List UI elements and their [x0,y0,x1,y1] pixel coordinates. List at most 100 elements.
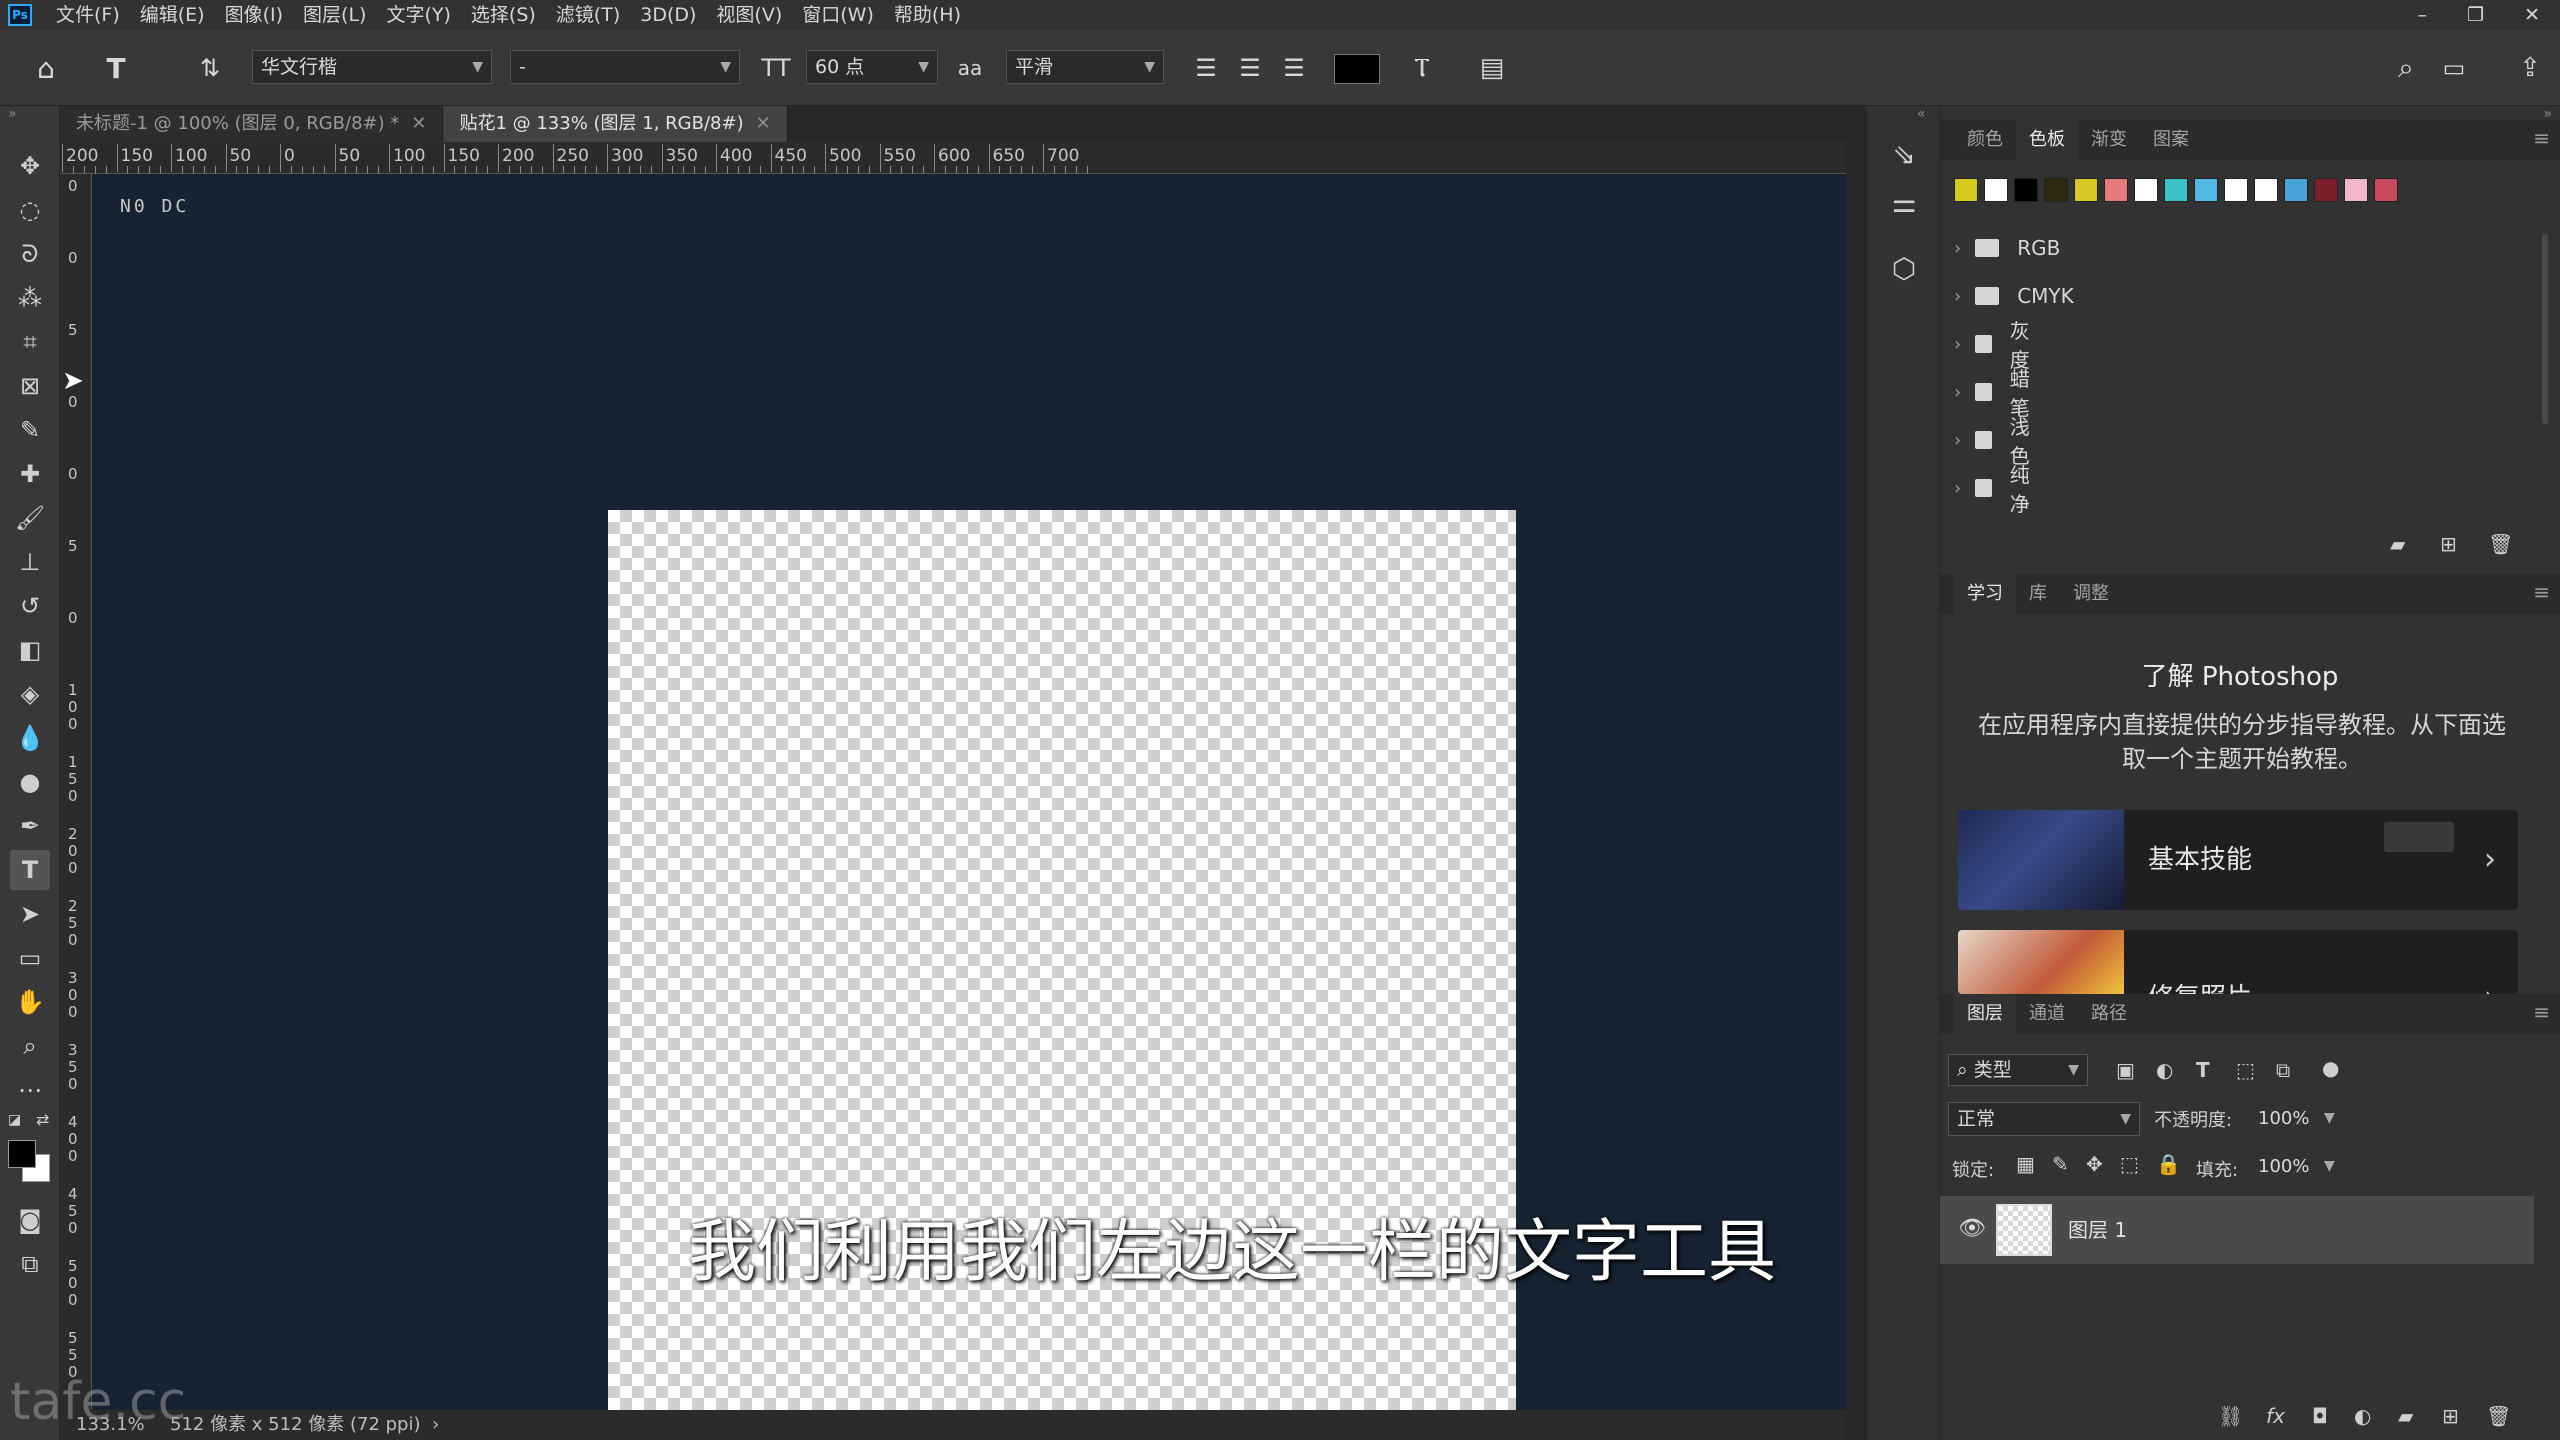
menu-item[interactable]: 滤镜(T) [546,0,630,30]
adjustment-filter-icon[interactable]: ◐ [2156,1058,2173,1082]
new-swatch-group-icon[interactable]: ▰ [2390,532,2405,556]
document-tab[interactable]: 贴花1 @ 133% (图层 1, RGB/8#) ✕ [443,106,788,142]
history-brush-icon[interactable]: ↺ [10,586,50,626]
blend-mode-select[interactable]: 正常 ▼ [1948,1102,2140,1136]
color-swatch[interactable] [2074,178,2098,202]
swatch-group-row[interactable]: › 纯净 [1954,463,2037,516]
panel-tab[interactable]: 图层 [1954,994,2016,1034]
menu-item[interactable]: 文件(F) [46,0,130,30]
photoshop-logo[interactable]: Ps [8,4,32,26]
character-panel-icon[interactable]: ▤ [1468,44,1516,92]
minimize-button[interactable]: – [2398,0,2448,30]
text-color-swatch[interactable] [1334,54,1380,84]
panel-tab[interactable]: 渐变 [2078,120,2140,160]
magic-wand-icon[interactable]: ⁂ [10,278,50,318]
layer-name[interactable]: 图层 1 [2068,1196,2127,1264]
pen-tool-icon[interactable]: ✒ [10,806,50,846]
foreground-color-swatch[interactable] [8,1140,36,1168]
delete-swatch-icon[interactable]: 🗑 [2488,532,2513,556]
swatch-group-row[interactable]: › RGB [1954,228,2060,268]
clone-stamp-icon[interactable]: ⊥ [10,542,50,582]
rectangle-tool-icon[interactable]: ▭ [10,938,50,978]
hand-tool-icon[interactable]: ✋ [10,982,50,1022]
color-swatch[interactable] [2314,178,2338,202]
menu-item[interactable]: 3D(D) [630,0,706,30]
smart-object-filter-icon[interactable]: ⧉ [2276,1058,2290,1082]
swatch-group-row[interactable]: › 浅色 [1954,415,2037,468]
panel-tab[interactable]: 库 [2016,574,2060,614]
new-swatch-icon[interactable]: ⊞ [2440,532,2457,556]
align-right-icon[interactable]: ☰ [1270,44,1318,92]
color-swatch[interactable] [2044,178,2068,202]
pixel-filter-icon[interactable]: ▣ [2116,1058,2135,1082]
color-swatch[interactable] [2104,178,2128,202]
history-panel-icon[interactable]: ⇘ [1884,134,1924,174]
path-selection-icon[interactable]: ➤ [10,894,50,934]
eraser-tool-icon[interactable]: ◧ [10,630,50,670]
eye-visibility-icon[interactable]: 👁 [1958,1216,1986,1241]
panel-tab[interactable]: 路径 [2078,994,2140,1034]
swap-colors-icon[interactable]: ⇄ [36,1110,49,1129]
color-swatch[interactable] [2194,178,2218,202]
layer-style-fx-icon[interactable]: fx [2266,1404,2285,1428]
lock-artboard-icon[interactable]: ⬚ [2120,1152,2139,1176]
swatch-scrollbar[interactable] [2542,234,2548,424]
color-swatch[interactable] [2284,178,2308,202]
learn-card-basic-skills[interactable]: 基本技能 › [1958,810,2518,910]
shape-filter-icon[interactable]: ⬚ [2236,1058,2255,1082]
default-colors-icon[interactable]: ◪ [8,1112,21,1128]
lock-pixels-icon[interactable]: ✎ [2052,1152,2069,1176]
close-icon[interactable]: ✕ [411,113,426,134]
panel-tab[interactable]: 颜色 [1954,120,2016,160]
type-tool-icon[interactable]: T [10,850,50,890]
panel-tab[interactable]: 调整 [2060,574,2122,614]
swatch-group-row[interactable]: › CMYK [1954,276,2074,316]
workspace-icon[interactable]: ▭ [2430,44,2478,92]
layer-filter-select[interactable]: ⌕ 类型 ▼ [1948,1054,2088,1086]
swatch-group-row[interactable]: › 蜡笔 [1954,367,2037,420]
eyedropper-icon[interactable]: ✎ [10,410,50,450]
layer-mask-icon[interactable]: ◘ [2312,1404,2328,1428]
paint-bucket-icon[interactable]: ◈ [10,674,50,714]
color-swatch[interactable] [2164,178,2188,202]
menu-item[interactable]: 编辑(E) [130,0,215,30]
lock-position-icon[interactable]: ✥ [2086,1152,2103,1176]
more-tools-icon[interactable]: ⋯ [10,1070,50,1110]
font-size-select[interactable]: 60 点 ▼ [806,50,938,84]
menu-item[interactable]: 文字(Y) [376,0,460,30]
learn-card-fix-photos[interactable]: 修复照片 › [1958,930,2518,994]
fill-field[interactable]: 100% [2254,1152,2334,1182]
color-swatch[interactable] [2134,178,2158,202]
chevron-right-icon[interactable]: › [1954,238,1961,259]
group-layers-icon[interactable]: ▰ [2398,1404,2413,1428]
color-swatch[interactable] [1984,178,2008,202]
lock-all-icon[interactable]: 🔒 [2156,1152,2181,1176]
swatch-group-row[interactable]: › 灰度 [1954,319,2037,372]
menu-item[interactable]: 图层(L) [293,0,376,30]
color-swatch[interactable] [2254,178,2278,202]
screen-mode-icon[interactable]: ⧉ [10,1244,50,1284]
adjustment-layer-icon[interactable]: ◐ [2354,1404,2371,1428]
crop-tool-icon[interactable]: ⌗ [10,322,50,362]
chevron-down-icon[interactable]: ▼ [2324,1110,2335,1126]
adjustments-panel-icon[interactable]: ⚌ [1884,182,1924,222]
font-family-select[interactable]: 华文行楷 ▼ [252,50,492,84]
chevron-right-icon[interactable]: › [1954,382,1961,403]
chevron-right-icon[interactable]: › [1954,286,1961,307]
search-icon[interactable]: ⌕ [2382,44,2430,92]
color-swatch[interactable] [1954,178,1978,202]
brush-tool-icon[interactable]: 🖌 [10,498,50,538]
color-swatch[interactable] [2344,178,2368,202]
align-center-icon[interactable]: ☰ [1226,44,1274,92]
close-window-button[interactable]: ✕ [2504,0,2560,30]
chevron-right-icon[interactable]: › [1954,430,1961,451]
color-swatch[interactable] [2224,178,2248,202]
menu-item[interactable]: 选择(S) [461,0,546,30]
3d-panel-icon[interactable]: ⬡ [1884,248,1924,288]
panel-menu-icon[interactable]: ≡ [2533,580,2550,604]
quick-mask-icon[interactable]: ◙ [10,1200,50,1240]
text-tool-preset-icon[interactable]: T [92,44,140,92]
panel-tab[interactable]: 色板 [2016,120,2078,160]
opacity-field[interactable]: 100% [2254,1104,2334,1134]
panel-menu-icon[interactable]: ≡ [2533,1000,2550,1024]
